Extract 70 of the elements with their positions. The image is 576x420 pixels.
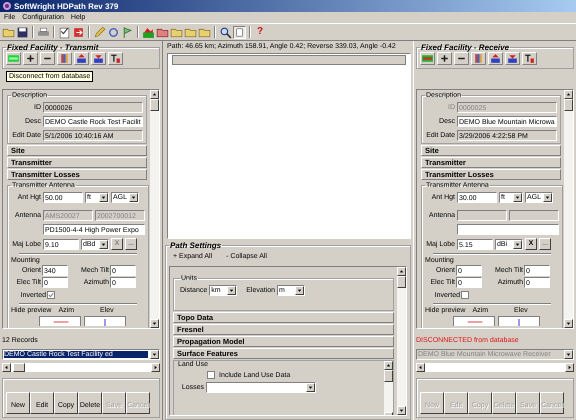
losses-dropdown[interactable]: [206, 382, 316, 393]
azimuth-pattern-preview: [39, 316, 81, 326]
caret-icon: [99, 193, 108, 202]
app-icon: [2, 1, 12, 11]
caret-icon: [129, 193, 138, 202]
swap-icon[interactable]: [108, 52, 123, 65]
caret-icon: [543, 193, 552, 202]
window-title: SoftWright HDPath Rev 379: [14, 2, 118, 10]
scroll-thumb[interactable]: [150, 99, 159, 111]
help-button[interactable]: ?: [254, 26, 266, 38]
remove-icon[interactable]: [454, 52, 469, 65]
download-icon[interactable]: [505, 52, 520, 65]
caret-icon: [513, 193, 522, 202]
columns-icon[interactable]: [471, 52, 486, 65]
land-use-checkbox[interactable]: [207, 371, 215, 379]
scroll-up-icon[interactable]: [397, 267, 406, 276]
panel-title: Fixed Facility - Transmit: [6, 43, 100, 52]
download-icon[interactable]: [91, 52, 106, 65]
inverted-checkbox[interactable]: [461, 290, 469, 298]
upload-icon[interactable]: [74, 52, 89, 65]
caret-icon: [513, 240, 522, 248]
scroll-left-icon[interactable]: [416, 363, 425, 372]
antenna-model-field[interactable]: [457, 224, 559, 235]
add-icon[interactable]: [437, 52, 452, 65]
caret-icon: [227, 286, 236, 295]
exit-icon[interactable]: [72, 26, 85, 38]
scroll-up-icon[interactable]: [564, 90, 573, 99]
caret-icon: [306, 383, 315, 392]
scrollbar[interactable]: [150, 90, 159, 328]
pencil-icon[interactable]: [93, 26, 106, 38]
record-scrollbar[interactable]: [2, 363, 160, 372]
upload-icon[interactable]: [488, 52, 503, 65]
print-icon[interactable]: [37, 26, 50, 38]
remove-icon[interactable]: [40, 52, 55, 65]
columns-icon[interactable]: [57, 52, 72, 65]
swap-icon[interactable]: [522, 52, 537, 65]
scroll-right-icon[interactable]: [565, 363, 574, 372]
caret-icon: [150, 350, 159, 359]
azimuth-pattern-preview: [453, 316, 495, 326]
caret-icon: [564, 350, 573, 359]
scroll-right-icon[interactable]: [151, 363, 160, 372]
antenna-code-field[interactable]: [509, 210, 559, 221]
scroll-up-icon[interactable]: [384, 361, 393, 370]
scrollbar[interactable]: [384, 361, 393, 415]
flag-icon[interactable]: [121, 26, 134, 38]
caret-icon: [99, 240, 108, 248]
terrain-icon[interactable]: [142, 26, 155, 38]
scroll-left-icon[interactable]: [2, 363, 11, 372]
save-icon[interactable]: [16, 26, 29, 38]
connect-icon[interactable]: [6, 52, 21, 65]
record-scrollbar[interactable]: [416, 363, 574, 372]
scroll-thumb[interactable]: [384, 370, 393, 382]
elevation-pattern-preview: [84, 316, 126, 326]
scroll-up-icon[interactable]: [150, 90, 159, 99]
inverted-checkbox[interactable]: [47, 290, 55, 298]
scroll-thumb[interactable]: [13, 363, 25, 372]
antenna-code-field[interactable]: [457, 210, 507, 221]
panel-title: Fixed Facility - Receive: [420, 43, 510, 52]
elevation-pattern-preview: [498, 316, 540, 326]
connect-icon[interactable]: [420, 52, 435, 65]
add-icon[interactable]: [23, 52, 38, 65]
panel-title: Path Settings: [169, 241, 222, 250]
scrollbar[interactable]: [564, 90, 573, 328]
search-icon[interactable]: [219, 26, 232, 38]
checklist-icon[interactable]: [58, 26, 71, 38]
scroll-thumb[interactable]: [564, 99, 573, 111]
caret-icon: [295, 286, 304, 295]
scroll-thumb[interactable]: [397, 276, 406, 288]
scrollbar[interactable]: [397, 267, 406, 415]
page-icon[interactable]: [233, 26, 246, 38]
